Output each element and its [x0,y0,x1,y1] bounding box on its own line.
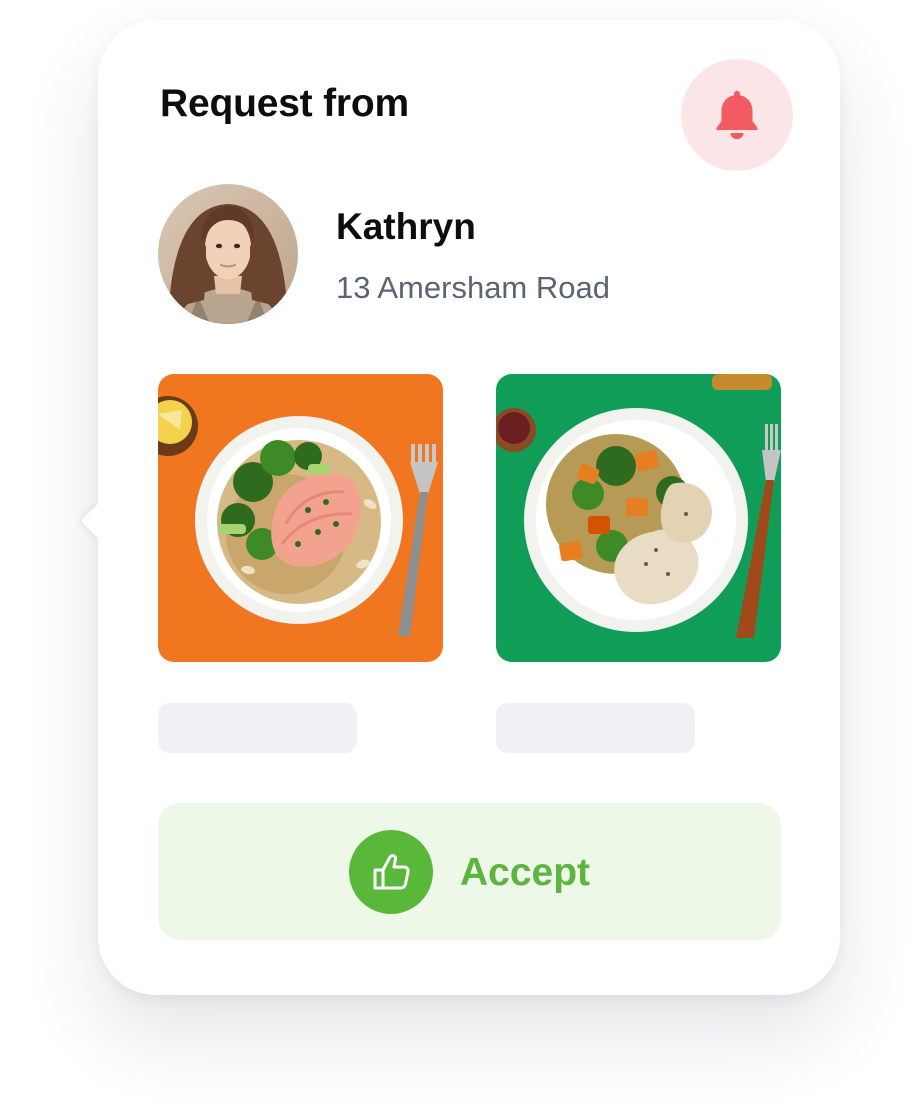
avatar [158,184,298,324]
notification-stage: Request from Kathryn 13 Amersham Road Ac… [0,0,912,1117]
card-pointer [70,502,110,542]
bell-icon [713,88,761,143]
meal-image-salmon[interactable] [158,374,443,662]
meal-title-placeholder [496,703,695,753]
requester-name: Kathryn [336,206,476,247]
meal-title-placeholder [158,703,357,753]
notification-button[interactable] [681,59,793,171]
accept-button[interactable]: Accept [158,803,781,940]
accept-label: Accept [460,851,591,894]
requester-address: 13 Amersham Road [336,270,610,305]
page-title: Request from [160,82,409,125]
thumbs-up-icon [349,830,433,914]
meal-image-chicken[interactable] [496,374,781,662]
